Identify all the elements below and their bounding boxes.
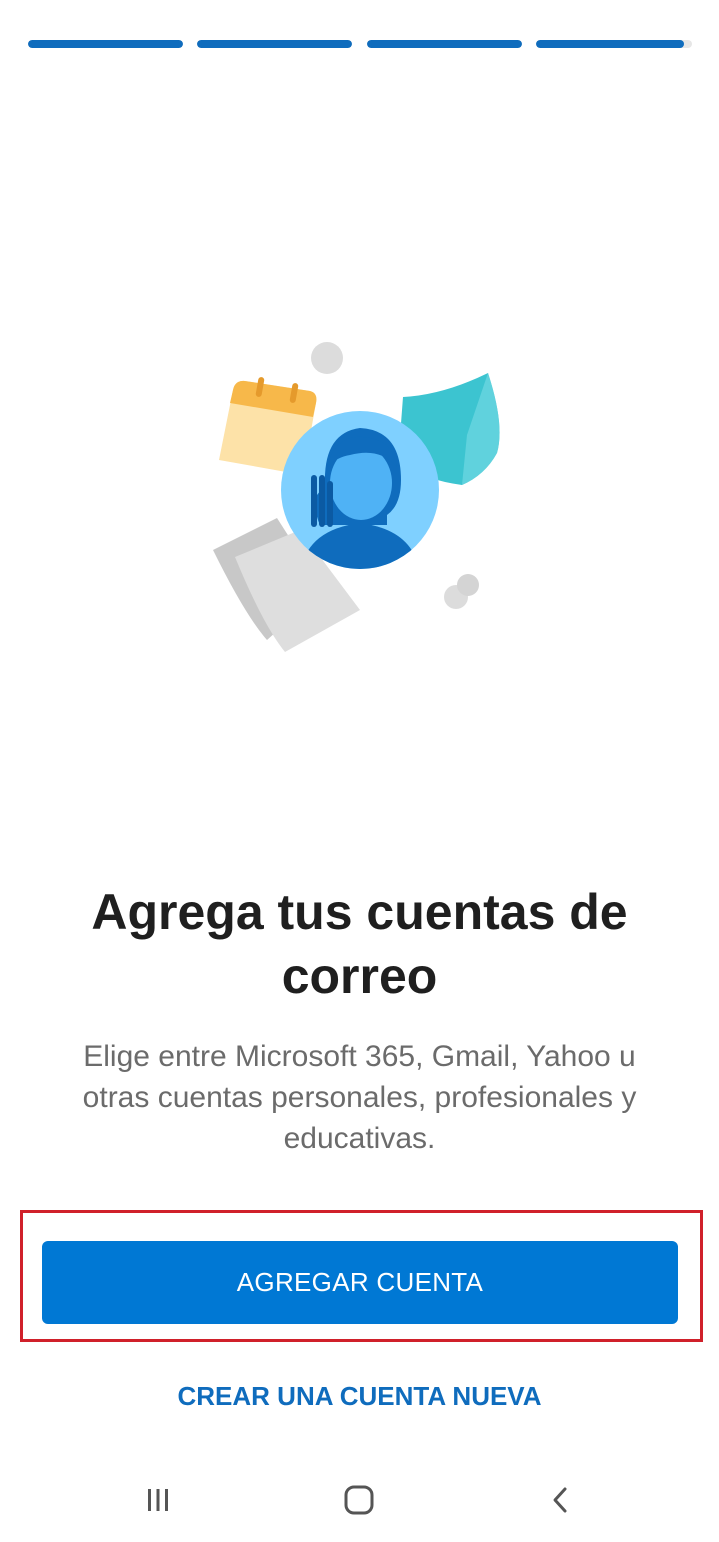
add-account-button[interactable]: AGREGAR CUENTA <box>42 1241 678 1324</box>
progress-segment-4 <box>536 40 692 48</box>
progress-fill <box>367 40 522 48</box>
progress-fill <box>28 40 183 48</box>
recent-apps-icon <box>148 1489 168 1511</box>
page-title: Agrega tus cuentas de correo <box>91 884 628 1004</box>
back-icon <box>553 1487 567 1513</box>
progress-segment-2 <box>197 40 352 48</box>
accounts-illustration <box>205 335 515 665</box>
back-button[interactable] <box>541 1478 581 1522</box>
home-button[interactable] <box>339 1478 379 1522</box>
progress-fill <box>197 40 352 48</box>
page-subtitle: Elige entre Microsoft 365, Gmail, Yahoo … <box>82 1040 637 1155</box>
home-icon <box>344 1485 374 1515</box>
recent-apps-button[interactable] <box>138 1478 178 1522</box>
decor-dot-icon <box>311 342 343 374</box>
create-account-link[interactable]: CREAR UNA CUENTA NUEVA <box>100 1376 619 1416</box>
progress-fill <box>536 40 685 48</box>
progress-segment-1 <box>28 40 183 48</box>
system-navigation-bar <box>0 1460 719 1540</box>
onboarding-progress <box>28 40 692 48</box>
decor-dots-icon <box>444 574 479 609</box>
progress-segment-3 <box>367 40 522 48</box>
